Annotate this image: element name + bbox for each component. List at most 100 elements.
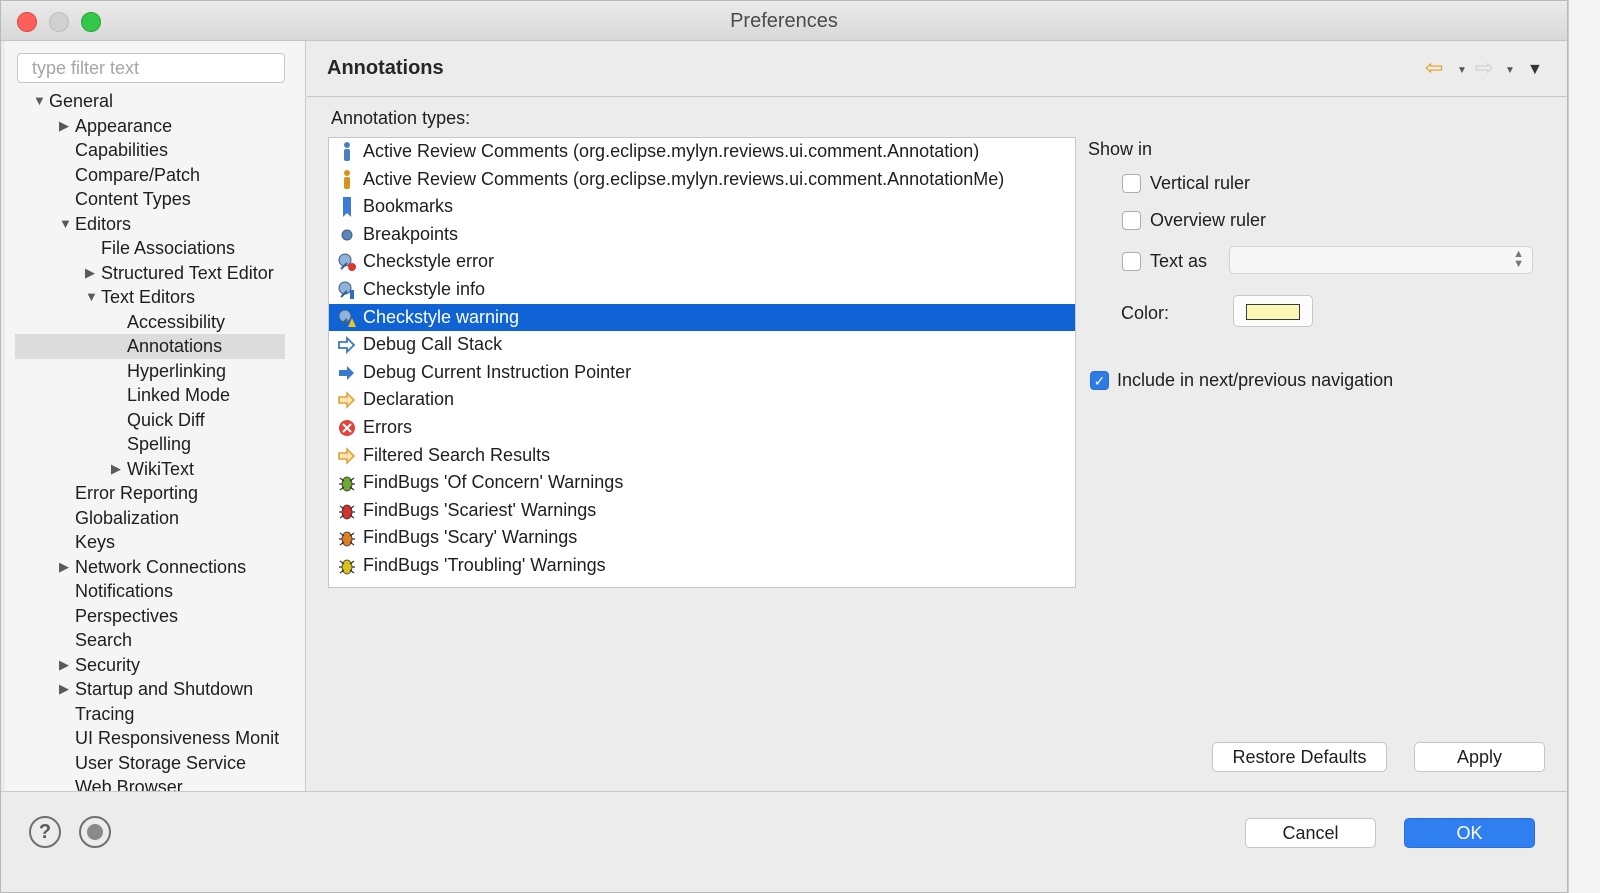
annotation-type-label: Checkstyle error bbox=[363, 251, 495, 272]
view-menu-icon[interactable]: ▼ bbox=[1527, 61, 1543, 79]
tree-item-label: Text Editors bbox=[101, 287, 196, 307]
annotation-type-label: Declaration bbox=[363, 389, 455, 410]
tree-item-label: Accessibility bbox=[127, 311, 226, 332]
tree-item-label: General bbox=[49, 91, 114, 111]
annotation-type-label: FindBugs 'Scariest' Warnings bbox=[363, 499, 597, 520]
tree-item[interactable]: Notifications bbox=[5, 579, 295, 604]
tree-item-label: Quick Diff bbox=[127, 409, 205, 430]
tree-item[interactable]: ▶ Appearance bbox=[5, 114, 295, 139]
tree-item[interactable]: ▶ Security bbox=[5, 653, 295, 678]
forward-arrow-icon[interactable]: ⇨ bbox=[1475, 57, 1493, 79]
tree-item-label: Structured Text Editor bbox=[101, 262, 274, 283]
annotation-type-row[interactable]: Debug Call Stack bbox=[329, 331, 1075, 359]
annotation-type-row[interactable]: Checkstyle error bbox=[329, 248, 1075, 276]
annotation-type-label: Breakpoints bbox=[363, 223, 459, 244]
annotation-type-row[interactable]: Debug Current Instruction Pointer bbox=[329, 359, 1075, 387]
import-export-icon[interactable] bbox=[79, 816, 111, 848]
chevron-up-down-icon: ▲ ▼ bbox=[1513, 248, 1524, 270]
annotation-type-row[interactable]: FindBugs 'Scary' Warnings bbox=[329, 524, 1075, 552]
apply-button[interactable]: Apply bbox=[1414, 742, 1545, 772]
tree-item[interactable]: Tracing bbox=[5, 702, 295, 727]
collapsed-arrow-icon[interactable]: ▶ bbox=[59, 555, 73, 580]
tree-item-label: Linked Mode bbox=[127, 385, 231, 405]
annotation-type-row[interactable]: FindBugs 'Troubling' Warnings bbox=[329, 552, 1075, 580]
tree-item[interactable]: ▶ Startup and Shutdown bbox=[5, 677, 295, 702]
tree-item-label: Spelling bbox=[127, 434, 192, 454]
collapsed-arrow-icon[interactable]: ▶ bbox=[59, 114, 73, 139]
back-history-dropdown-icon[interactable]: ▼ bbox=[1457, 65, 1467, 76]
tree-item[interactable]: Linked Mode bbox=[5, 383, 295, 408]
annotation-type-row[interactable]: Checkstyle info bbox=[329, 276, 1075, 304]
tree-item[interactable]: Error Reporting bbox=[5, 481, 295, 506]
help-icon[interactable]: ? bbox=[29, 816, 61, 848]
collapsed-arrow-icon[interactable]: ▶ bbox=[111, 457, 125, 482]
back-arrow-icon[interactable]: ⇦ bbox=[1425, 57, 1443, 79]
tree-item[interactable]: Quick Diff bbox=[5, 408, 295, 433]
include-navigation-checkbox[interactable]: ✓ bbox=[1090, 371, 1109, 390]
forward-history-dropdown-icon[interactable]: ▼ bbox=[1505, 65, 1515, 76]
tree-item[interactable]: Compare/Patch bbox=[5, 163, 295, 188]
annotation-type-label: Active Review Comments (org.eclipse.myly… bbox=[363, 141, 980, 161]
text-as-checkbox[interactable] bbox=[1122, 252, 1141, 271]
annotation-type-row[interactable]: Checkstyle warning bbox=[329, 303, 1075, 332]
tree-item-label: Appearance bbox=[75, 115, 173, 136]
annotation-type-row[interactable]: Errors bbox=[329, 414, 1075, 442]
text-as-select[interactable]: ▲ ▼ bbox=[1229, 246, 1533, 274]
collapsed-arrow-icon[interactable]: ▶ bbox=[85, 261, 99, 286]
tree-item-label: Security bbox=[75, 654, 141, 675]
tree-item[interactable]: Accessibility bbox=[5, 310, 295, 335]
tree-item[interactable]: ▶ WikiText bbox=[5, 457, 295, 482]
text-as-label: Text as bbox=[1150, 251, 1208, 271]
tree-item[interactable]: User Storage Service bbox=[5, 751, 295, 776]
annotation-type-row[interactable]: FindBugs 'Scariest' Warnings bbox=[329, 497, 1075, 525]
vertical-ruler-checkbox[interactable] bbox=[1122, 174, 1141, 193]
tree-item[interactable]: File Associations bbox=[5, 236, 295, 261]
overview-ruler-checkbox[interactable] bbox=[1122, 211, 1141, 230]
annotation-type-row[interactable]: FindBugs 'Of Concern' Warnings bbox=[329, 469, 1075, 497]
dialog-footer: ? Cancel OK bbox=[1, 791, 1567, 892]
tree-item[interactable]: ▼ Editors bbox=[5, 212, 295, 237]
annotation-type-row[interactable]: Declaration bbox=[329, 386, 1075, 414]
color-picker-button[interactable] bbox=[1233, 295, 1313, 327]
page-header: Annotations ⇦ ▼ ⇨ ▼ ▼ bbox=[307, 41, 1567, 97]
tree-item[interactable]: ▼ General bbox=[5, 89, 295, 114]
annotation-type-row[interactable]: Bookmarks bbox=[329, 193, 1075, 221]
breakpoint-icon bbox=[337, 224, 357, 246]
collapsed-arrow-icon[interactable]: ▶ bbox=[59, 677, 73, 702]
annotation-type-row[interactable]: Active Review Comments (org.eclipse.myly… bbox=[329, 138, 1075, 166]
tree-item[interactable]: Globalization bbox=[5, 506, 295, 531]
expanded-arrow-icon[interactable]: ▼ bbox=[33, 89, 47, 114]
tree-item[interactable]: ▶ Network Connections bbox=[5, 555, 295, 580]
annotation-type-row[interactable]: Filtered Search Results bbox=[329, 442, 1075, 470]
expanded-arrow-icon[interactable]: ▼ bbox=[85, 285, 99, 310]
tree-item-label: Globalization bbox=[75, 507, 180, 528]
tree-item[interactable]: Spelling bbox=[5, 432, 295, 457]
expanded-arrow-icon[interactable]: ▼ bbox=[59, 212, 73, 237]
tree-item-label: User Storage Service bbox=[75, 752, 247, 773]
bug-red-icon bbox=[337, 500, 357, 522]
checkstyle-warning-icon bbox=[337, 307, 357, 329]
annotation-type-row[interactable]: Breakpoints bbox=[329, 221, 1075, 249]
annotation-type-row[interactable]: Active Review Comments (org.eclipse.myly… bbox=[329, 166, 1075, 194]
tree-item[interactable]: Keys bbox=[5, 530, 295, 555]
filter-input[interactable] bbox=[17, 53, 285, 83]
preference-tree-pane: ▼General▶AppearanceCapabilitiesCompare/P… bbox=[5, 41, 306, 806]
tree-item-label: WikiText bbox=[127, 458, 194, 479]
annotation-types-list[interactable]: Active Review Comments (org.eclipse.myly… bbox=[328, 137, 1076, 588]
cancel-button[interactable]: Cancel bbox=[1245, 818, 1376, 848]
tree-item[interactable]: Hyperlinking bbox=[5, 359, 295, 384]
tree-item[interactable]: Search bbox=[5, 628, 295, 653]
preferences-window: Preferences ▼General▶AppearanceCapabilit… bbox=[0, 0, 1568, 893]
tree-item[interactable]: ▶ Structured Text Editor bbox=[5, 261, 295, 286]
collapsed-arrow-icon[interactable]: ▶ bbox=[59, 653, 73, 678]
tree-item[interactable]: ▼ Text Editors bbox=[5, 285, 295, 310]
tree-item[interactable]: Perspectives bbox=[5, 604, 295, 629]
tree-item[interactable]: Content Types bbox=[5, 187, 295, 212]
show-in-label: Show in bbox=[1088, 139, 1153, 159]
tree-item[interactable]: Annotations bbox=[15, 334, 285, 359]
tree-item[interactable]: Capabilities bbox=[5, 138, 295, 163]
bug-green-icon bbox=[337, 472, 357, 494]
tree-item[interactable]: UI Responsiveness Monit bbox=[5, 726, 295, 751]
restore-defaults-button[interactable]: Restore Defaults bbox=[1212, 742, 1387, 772]
ok-button[interactable]: OK bbox=[1404, 818, 1535, 848]
